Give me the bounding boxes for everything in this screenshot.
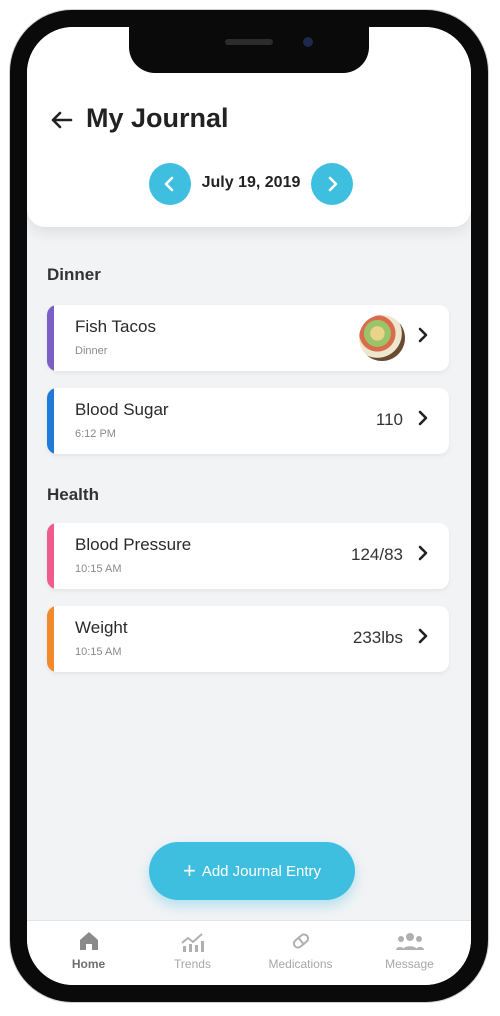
- add-journal-entry-label: Add Journal Entry: [201, 862, 322, 880]
- app-screen: My Journal July 19, 2019 Dinner Fish Tac…: [27, 27, 471, 985]
- section-title-health: Health: [47, 485, 99, 504]
- tab-medications[interactable]: Medications: [245, 929, 356, 971]
- trends-icon: [137, 929, 248, 955]
- tab-label: Medications: [268, 957, 333, 971]
- entry-accent-bar: [47, 388, 54, 454]
- tab-message[interactable]: Message: [354, 929, 465, 971]
- entry-value: 110: [375, 410, 403, 429]
- entry-subtitle: 10:15 AM: [75, 646, 122, 658]
- bottom-tab-bar: Home Trends Medications Message: [27, 920, 471, 985]
- journal-entry-weight[interactable]: Weight 10:15 AM 233lbs: [47, 606, 449, 672]
- tab-label: Message: [385, 957, 434, 971]
- tab-home[interactable]: Home: [33, 929, 144, 971]
- entry-accent-bar: [47, 305, 54, 371]
- journal-entry-blood-pressure[interactable]: Blood Pressure 10:15 AM 124/83: [47, 523, 449, 589]
- tab-label: Home: [71, 957, 106, 971]
- camera: [303, 37, 313, 47]
- plus-icon: +: [182, 858, 196, 883]
- entry-name: Blood Sugar: [75, 400, 169, 419]
- food-photo: [359, 315, 405, 361]
- back-arrow-icon[interactable]: [49, 107, 75, 133]
- section-title-dinner: Dinner: [47, 265, 101, 284]
- entry-value: 124/83: [351, 545, 403, 564]
- entry-name: Blood Pressure: [75, 535, 192, 554]
- entry-accent-bar: [47, 606, 54, 672]
- add-journal-entry-button[interactable]: + Add Journal Entry: [149, 842, 355, 900]
- chevron-left-icon[interactable]: [149, 163, 191, 205]
- entry-subtitle: 6:12 PM: [75, 428, 116, 440]
- notch: [129, 27, 369, 73]
- journal-entry-fish-tacos[interactable]: Fish Tacos Dinner: [47, 305, 449, 371]
- tab-label: Trends: [174, 957, 211, 971]
- tab-trends[interactable]: Trends: [137, 929, 248, 971]
- date-navigator: July 19, 2019: [149, 163, 353, 205]
- current-date: July 19, 2019: [201, 174, 301, 191]
- chevron-right-icon: [417, 544, 429, 568]
- entry-name: Fish Tacos: [75, 317, 156, 336]
- group-icon: [354, 929, 465, 955]
- phone-frame: My Journal July 19, 2019 Dinner Fish Tac…: [10, 10, 488, 1002]
- page-title: My Journal: [86, 103, 229, 133]
- chevron-right-icon: [417, 627, 429, 651]
- entry-value: 233lbs: [352, 628, 403, 647]
- home-icon: [33, 929, 144, 955]
- chevron-right-icon: [417, 409, 429, 433]
- entry-subtitle: Dinner: [75, 345, 108, 357]
- chevron-right-icon: [417, 326, 429, 350]
- journal-entry-blood-sugar[interactable]: Blood Sugar 6:12 PM 110: [47, 388, 449, 454]
- chevron-right-icon[interactable]: [311, 163, 353, 205]
- entry-accent-bar: [47, 523, 54, 589]
- entry-name: Weight: [75, 618, 128, 637]
- speaker: [225, 39, 273, 45]
- pill-icon: [245, 929, 356, 955]
- entry-subtitle: 10:15 AM: [75, 563, 122, 575]
